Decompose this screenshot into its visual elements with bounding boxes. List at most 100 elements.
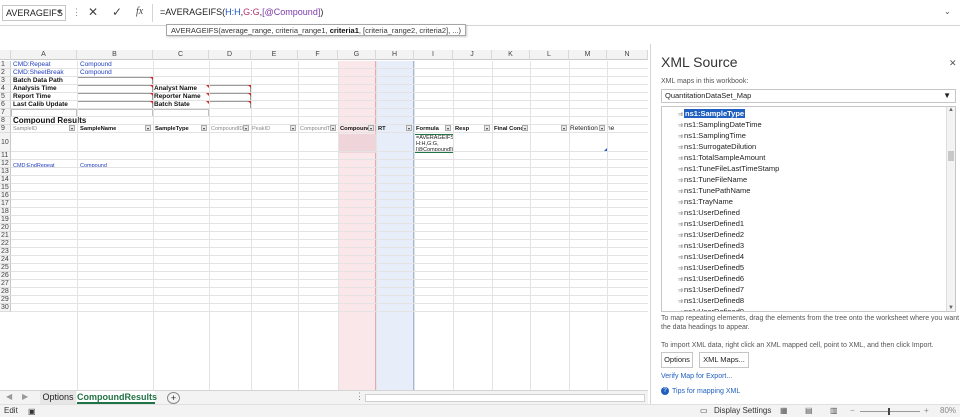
row-header[interactable]: 14 [0, 176, 11, 184]
chevron-down-icon[interactable]: ▼ [56, 9, 63, 16]
column-header[interactable]: E [251, 50, 298, 60]
tree-item[interactable]: ⇉ns1:UserDefined7 [678, 284, 744, 295]
column-header[interactable]: D [209, 50, 251, 60]
row-header[interactable]: 30 [0, 304, 11, 312]
prev-sheet-icon[interactable]: ◀ [6, 392, 12, 401]
row-header[interactable]: 10 [0, 133, 11, 152]
filter-dropdown[interactable]: ▾ [561, 125, 567, 131]
page-layout-icon[interactable]: ▤ [805, 405, 813, 417]
row-header[interactable]: 19 [0, 216, 11, 224]
column-header[interactable]: G [338, 50, 376, 60]
cell-b12[interactable]: Compound [80, 162, 107, 170]
macro-icon[interactable]: ▣ [28, 406, 36, 417]
tree-item[interactable]: ⇉ns1:UserDefined9 [678, 306, 744, 311]
tree-item[interactable]: ⇉ns1:UserDefined5 [678, 262, 744, 273]
tree-item[interactable]: ⇉ns1:TunePathName [678, 185, 750, 196]
tree-item[interactable]: ⇉ns1:UserDefined3 [678, 240, 744, 251]
tree-scrollbar[interactable]: ▲ ▼ [946, 107, 955, 311]
row-header[interactable]: 29 [0, 296, 11, 304]
tree-item[interactable]: ⇉ns1:UserDefined6 [678, 273, 744, 284]
tree-item[interactable]: ⇉ns1:UserDefined8 [678, 295, 744, 306]
zoom-out-icon[interactable]: − [850, 405, 855, 417]
row-header[interactable]: 13 [0, 168, 11, 176]
filter-dropdown[interactable]: ▾ [201, 125, 207, 131]
column-header[interactable]: B [77, 50, 153, 60]
row-header[interactable]: 16 [0, 192, 11, 200]
verify-map-link[interactable]: Verify Map for Export... [661, 373, 732, 380]
formula-input[interactable]: =AVERAGEIFS(H:H,G:G,[@Compound]) [160, 7, 323, 17]
tab-split-icon[interactable]: ⋮ [355, 391, 364, 402]
zoom-slider-thumb[interactable] [888, 408, 890, 415]
row-header[interactable]: 11 [0, 152, 11, 160]
tree-item[interactable]: ⇉ns1:SamplingDateTime [678, 119, 762, 130]
tree-item[interactable]: ⇉ns1:SurrogateDilution [678, 141, 756, 152]
row-header[interactable]: 3 [0, 77, 11, 85]
row-header[interactable]: 1 [0, 61, 11, 69]
row-header[interactable]: 6 [0, 101, 11, 109]
tree-item[interactable]: ⇉ns1:TuneFileName [678, 174, 747, 185]
expand-formula-bar-icon[interactable]: ⌄ [944, 7, 951, 16]
xml-maps-button[interactable]: XML Maps... [699, 352, 749, 368]
column-header[interactable]: A [11, 50, 77, 60]
filter-dropdown[interactable]: ▾ [599, 125, 605, 131]
row-header[interactable]: 5 [0, 93, 11, 101]
display-settings[interactable]: Display Settings [714, 405, 771, 417]
tree-item[interactable]: ⇉ns1:TrayName [678, 196, 733, 207]
tips-link[interactable]: Tips for mapping XML [672, 388, 740, 395]
row-header[interactable]: 20 [0, 224, 11, 232]
row-header[interactable]: 4 [0, 85, 11, 93]
tree-item[interactable]: ⇉ns1:TotalSampleAmount [678, 152, 765, 163]
column-header[interactable]: C [153, 50, 209, 60]
row-header[interactable]: 21 [0, 232, 11, 240]
filter-dropdown[interactable]: ▾ [69, 125, 75, 131]
filter-dropdown[interactable]: ▾ [406, 125, 412, 131]
map-select[interactable]: QuantitationDataSet_Map ▼ [661, 89, 956, 103]
row-header[interactable]: 17 [0, 200, 11, 208]
column-header[interactable]: I [414, 50, 453, 60]
scroll-thumb[interactable] [948, 151, 954, 161]
options-button[interactable]: Options [661, 352, 693, 368]
tree-item[interactable]: ⇉ns1:UserDefined [678, 207, 740, 218]
normal-view-icon[interactable]: ▦ [780, 405, 788, 417]
row-header[interactable]: 12 [0, 160, 11, 168]
row-header[interactable]: 22 [0, 240, 11, 248]
filter-dropdown[interactable]: ▾ [522, 125, 528, 131]
tree-item[interactable]: ⇉ns1:TuneFileLastTimeStamp [678, 163, 779, 174]
tree-item[interactable]: ⇉ns1:UserDefined1 [678, 218, 744, 229]
row-header[interactable]: 25 [0, 264, 11, 272]
row-header[interactable]: 8 [0, 117, 11, 125]
filter-dropdown[interactable]: ▾ [145, 125, 151, 131]
filter-dropdown[interactable]: ▾ [243, 125, 249, 131]
xml-tree[interactable]: ⇉ ns1:SampleType ⇉ns1:SamplingDateTime ⇉ns1… [661, 106, 956, 312]
cancel-icon[interactable]: ✕ [88, 5, 98, 19]
cell-a12[interactable]: CMD:EndRepeat [13, 162, 55, 170]
tree-item[interactable]: ⇉ ns1:SampleType [678, 108, 746, 119]
next-sheet-icon[interactable]: ▶ [22, 392, 28, 401]
insert-function-icon[interactable]: fx [136, 6, 143, 17]
scroll-up-icon[interactable]: ▲ [948, 107, 954, 113]
tree-item[interactable]: ⇉ns1:UserDefined4 [678, 251, 744, 262]
row-header[interactable]: 28 [0, 288, 11, 296]
column-header[interactable]: J [453, 50, 492, 60]
filter-dropdown[interactable]: ▾ [484, 125, 490, 131]
close-icon[interactable]: ✕ [949, 58, 957, 69]
tree-item[interactable]: ⇉ns1:SamplingTime [678, 130, 746, 141]
tab-options[interactable]: Options [40, 391, 76, 404]
zoom-in-icon[interactable]: + [924, 405, 929, 417]
row-header[interactable]: 23 [0, 248, 11, 256]
filter-dropdown[interactable]: ▾ [290, 125, 296, 131]
filter-dropdown[interactable]: ▾ [445, 125, 451, 131]
horizontal-scrollbar[interactable] [365, 394, 645, 402]
row-header[interactable]: 2 [0, 69, 11, 77]
row-header[interactable]: 9 [0, 125, 11, 133]
row-header[interactable]: 15 [0, 184, 11, 192]
tab-compound-results[interactable]: CompoundResults [77, 391, 157, 404]
zoom-level[interactable]: 80% [940, 405, 956, 417]
page-break-icon[interactable]: ▥ [830, 405, 838, 417]
row-header[interactable]: 18 [0, 208, 11, 216]
column-header[interactable]: F [298, 50, 338, 60]
select-all-corner[interactable] [0, 50, 11, 60]
row-header[interactable]: 27 [0, 280, 11, 288]
filter-dropdown[interactable]: ▾ [368, 125, 374, 131]
row-header[interactable]: 24 [0, 256, 11, 264]
